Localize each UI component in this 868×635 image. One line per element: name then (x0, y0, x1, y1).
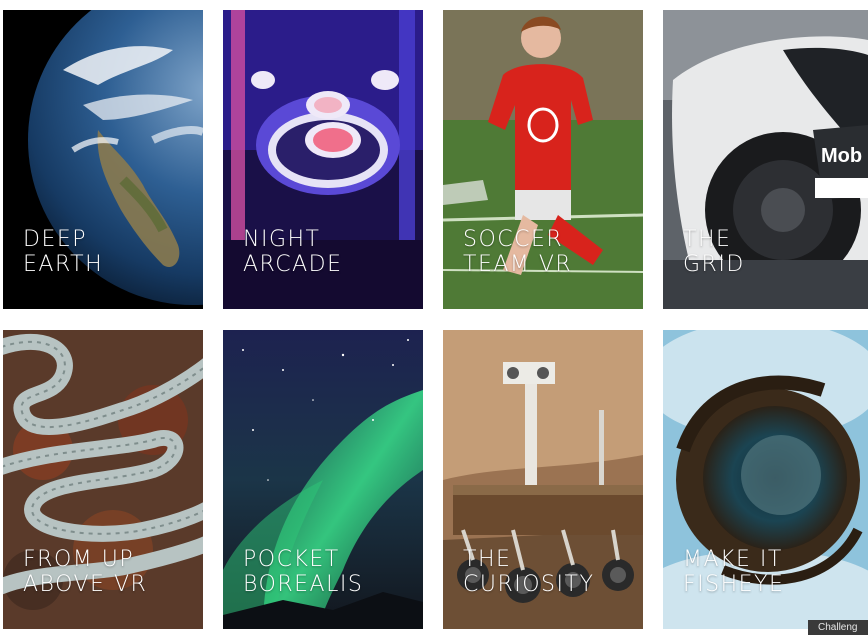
card-from-up-above-vr[interactable]: FROM UP ABOVE VR (3, 330, 203, 629)
card-title-line1: THE (463, 547, 512, 572)
challenge-badge[interactable]: Challeng (808, 620, 868, 635)
svg-text:Mob: Mob (821, 145, 862, 167)
card-deep-earth[interactable]: DEEP EARTH (3, 10, 203, 309)
card-title-line1: THE (683, 227, 732, 252)
card-title: MAKE IT FISHEYE (683, 547, 784, 597)
experience-grid: DEEP EARTH NIGHT ARCADE SOCCER TEAM VR M… (0, 0, 868, 635)
card-title-line1: SOCCER (463, 227, 564, 252)
card-title-line2: ARCADE (243, 252, 343, 277)
card-title-line2: ABOVE VR (23, 572, 148, 597)
card-title-line1: NIGHT (243, 227, 321, 252)
card-make-it-fisheye[interactable]: MAKE IT FISHEYE (663, 330, 868, 629)
card-the-curiosity[interactable]: THE CURIOSITY (443, 330, 643, 629)
card-title: POCKET BOREALIS (243, 547, 363, 597)
card-title-line2: FISHEYE (683, 572, 785, 597)
card-soccer-team-vr[interactable]: SOCCER TEAM VR (443, 10, 643, 309)
card-title-line2: EARTH (23, 252, 104, 277)
card-title-line1: FROM UP (23, 547, 135, 572)
card-title-line2: TEAM VR (463, 252, 573, 277)
card-title-line1: POCKET (243, 547, 340, 572)
card-the-grid[interactable]: Mob THE GRID (663, 10, 868, 309)
card-title: DEEP EARTH (23, 227, 103, 277)
card-night-arcade[interactable]: NIGHT ARCADE (223, 10, 423, 309)
card-title: THE GRID (683, 227, 745, 277)
card-title-line2: CURIOSITY (463, 572, 595, 597)
card-title: THE CURIOSITY (463, 547, 594, 597)
card-title-line2: GRID (683, 252, 745, 277)
card-title: SOCCER TEAM VR (463, 227, 572, 277)
card-title-line1: MAKE IT (683, 547, 783, 572)
card-title-line1: DEEP (23, 227, 88, 252)
card-title-line2: BOREALIS (243, 572, 364, 597)
card-title: NIGHT ARCADE (243, 227, 343, 277)
card-pocket-borealis[interactable]: POCKET BOREALIS (223, 330, 423, 629)
card-title: FROM UP ABOVE VR (23, 547, 147, 597)
